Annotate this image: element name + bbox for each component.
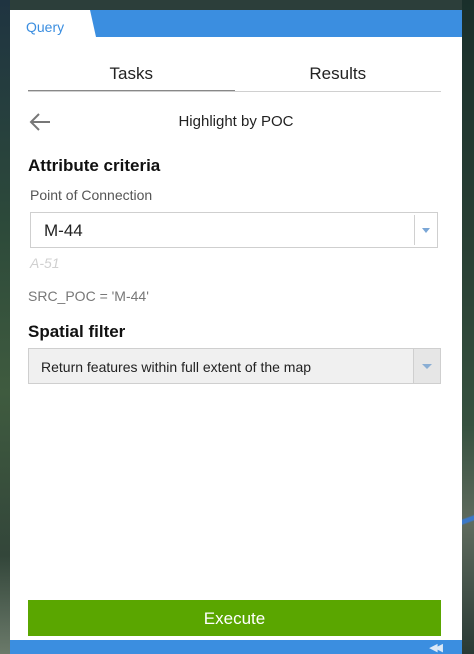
map-road [462,505,474,535]
spatial-filter-heading: Spatial filter [28,322,126,341]
spatial-filter-value: Return features within full extent of th… [41,359,312,375]
map-background-left [0,0,10,654]
attribute-criteria-heading: Attribute criteria [28,156,161,175]
field-label-point-of-connection: Point of Connection [30,187,153,203]
spatial-filter-select[interactable]: Return features within full extent of th… [28,348,441,384]
widget-titlebar: Query [10,10,462,37]
combobox-hint: A-51 [30,255,60,271]
query-expression: SRC_POC = 'M-44' [28,288,149,304]
point-of-connection-combobox[interactable]: M-44 [30,212,438,248]
combobox-divider [414,215,415,245]
tab-bar: Tasks Results [28,62,441,94]
chevron-down-icon [422,364,432,369]
spatial-filter-dropdown-button[interactable] [413,349,440,383]
combobox-value: M-44 [44,221,83,240]
execute-button[interactable]: Execute [28,600,441,636]
task-title: Highlight by POC [178,113,294,130]
map-background-right [462,0,474,654]
collapse-icon[interactable]: ◀◀ [429,642,443,654]
query-widget-panel: Query Tasks Results Highlight by POC Att… [10,10,462,654]
widget-title: Query [26,19,65,35]
tab-results[interactable]: Results [235,62,442,94]
tab-divider [28,91,441,92]
chevron-down-icon[interactable] [422,228,430,233]
tab-tasks[interactable]: Tasks [28,62,235,94]
widget-footer: ◀◀ [10,640,462,654]
